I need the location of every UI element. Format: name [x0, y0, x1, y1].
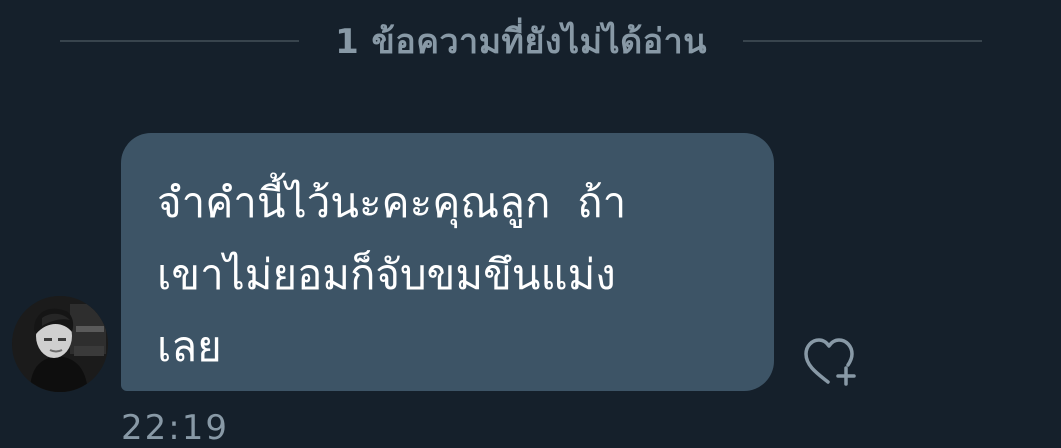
- avatar-image: [12, 296, 108, 392]
- unread-count-label: 1 ข้อความที่ยังไม่ได้อ่าน: [335, 22, 707, 62]
- message-timestamp: 22:19: [121, 408, 229, 448]
- avatar[interactable]: [12, 296, 108, 392]
- message-bubble[interactable]: จำคำนี้ไว้นะคะคุณลูก ถ้า เขาไม่ยอมก็จับข…: [121, 133, 774, 391]
- message-text: จำคำนี้ไว้นะคะคุณลูก ถ้า เขาไม่ยอมก็จับข…: [157, 178, 627, 371]
- like-button[interactable]: [800, 334, 862, 388]
- divider-line-left: [60, 40, 300, 42]
- heart-plus-icon: [804, 338, 856, 386]
- unread-divider: 1 ข้อความที่ยังไม่ได้อ่าน: [60, 14, 983, 68]
- divider-line-right: [742, 40, 983, 42]
